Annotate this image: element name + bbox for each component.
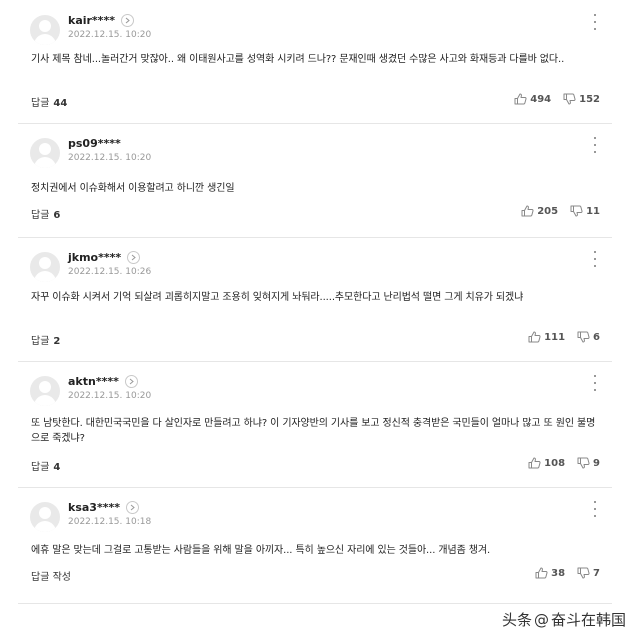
like-button[interactable]: 108: [528, 457, 565, 469]
thumbs-down-icon: [577, 457, 590, 469]
comment-text: 자꾸 이슈화 시켜서 기억 되살려 괴롭히지말고 조용히 잊혀지게 놔둬라...…: [31, 292, 524, 303]
reply-count: 4: [53, 462, 61, 473]
profile-chevron-icon[interactable]: [127, 250, 141, 264]
like-button[interactable]: 38: [535, 567, 565, 579]
dislike-button[interactable]: 7: [577, 567, 600, 579]
dislike-count: 7: [593, 567, 600, 579]
reply-count: 2: [53, 336, 61, 347]
watermark-source: 头条: [501, 611, 532, 629]
like-count: 111: [544, 331, 566, 343]
like-count: 38: [551, 567, 566, 579]
dislike-count: 9: [593, 457, 600, 469]
comment-text: 정치권에서 이슈화해서 이용할려고 하니깐 생긴일: [31, 183, 235, 194]
author-row: ps09****: [68, 135, 121, 151]
vote-group: 111 6: [528, 331, 600, 343]
avatar[interactable]: [30, 252, 60, 282]
dislike-count: 152: [579, 93, 600, 105]
author-nickname[interactable]: jkmo****: [68, 251, 121, 264]
like-count: 108: [544, 457, 566, 469]
comment-text: 또 남탓한다. 대한민국국민을 다 살인자로 만들려고 하냐? 이 기자양반의 …: [31, 418, 596, 444]
author-nickname[interactable]: ps09****: [68, 137, 121, 150]
watermark-handle: 奋斗在韩国: [550, 611, 626, 629]
author-row: jkmo****: [68, 249, 141, 265]
more-options-icon[interactable]: [591, 251, 599, 267]
more-options-icon[interactable]: [591, 501, 599, 517]
dislike-count: 11: [586, 205, 600, 217]
author-nickname[interactable]: kair****: [68, 14, 115, 27]
reply-label: 답글: [31, 336, 50, 347]
reply-button[interactable]: 답글 4: [31, 458, 60, 473]
author-nickname[interactable]: aktn****: [68, 375, 119, 388]
comment-item: ps09**** 2022.12.15. 10:20 정치권에서 이슈화해서 이…: [18, 123, 612, 238]
thumbs-down-icon: [570, 205, 583, 217]
avatar[interactable]: [30, 376, 60, 406]
reply-button[interactable]: 답글 작성: [31, 568, 75, 583]
reply-button[interactable]: 답글 6: [31, 206, 60, 221]
vote-group: 494 152: [514, 93, 600, 105]
comment-item: jkmo**** 2022.12.15. 10:26 자꾸 이슈화 시켜서 기억…: [18, 237, 612, 362]
like-button[interactable]: 111: [528, 331, 565, 343]
comment-date: 2022.12.15. 10:18: [68, 517, 152, 527]
thumbs-up-icon: [521, 205, 534, 217]
author-row: kair****: [68, 12, 134, 28]
reply-label: 답글: [31, 98, 50, 109]
avatar[interactable]: [30, 502, 60, 532]
reply-label: 답글: [31, 462, 50, 473]
more-options-icon[interactable]: [591, 14, 599, 30]
comment-item: kair**** 2022.12.15. 10:20 기사 제목 참네...놀러…: [18, 0, 612, 124]
comment-item: aktn**** 2022.12.15. 10:20 또 남탓한다. 대한민국국…: [18, 361, 612, 488]
thumbs-up-icon: [528, 331, 541, 343]
comment-text: 에휴 말은 맞는데 그걸로 고통받는 사람들을 위해 말을 아끼자... 특히 …: [31, 545, 491, 556]
avatar[interactable]: [30, 15, 60, 45]
thumbs-down-icon: [563, 93, 576, 105]
thumbs-down-icon: [577, 567, 590, 579]
reply-count: 44: [53, 98, 68, 109]
avatar[interactable]: [30, 138, 60, 168]
comment-date: 2022.12.15. 10:20: [68, 153, 152, 163]
reply-label: 답글 작성: [31, 572, 71, 583]
like-button[interactable]: 205: [521, 205, 558, 217]
dislike-button[interactable]: 6: [577, 331, 600, 343]
more-options-icon[interactable]: [591, 137, 599, 153]
dislike-button[interactable]: 9: [577, 457, 600, 469]
author-row: aktn****: [68, 373, 138, 389]
dislike-button[interactable]: 11: [570, 205, 600, 217]
reply-label: 답글: [31, 210, 50, 221]
profile-chevron-icon[interactable]: [125, 500, 139, 514]
watermark-at: @: [533, 610, 549, 629]
vote-group: 38 7: [535, 567, 600, 579]
comment-date: 2022.12.15. 10:26: [68, 267, 152, 277]
comment-text: 기사 제목 참네...놀러간거 맞잖아.. 왜 이태원사고를 성역화 시키려 드…: [31, 54, 565, 65]
reply-count: 6: [53, 210, 61, 221]
vote-group: 108 9: [528, 457, 600, 469]
dislike-count: 6: [593, 331, 600, 343]
thumbs-up-icon: [528, 457, 541, 469]
like-count: 494: [530, 93, 552, 105]
author-nickname[interactable]: ksa3****: [68, 501, 120, 514]
author-row: ksa3****: [68, 499, 139, 515]
profile-chevron-icon[interactable]: [124, 374, 138, 388]
thumbs-up-icon: [535, 567, 548, 579]
comment-date: 2022.12.15. 10:20: [68, 391, 152, 401]
profile-chevron-icon[interactable]: [120, 13, 134, 27]
watermark: 头条 @ 奋斗在韩国: [502, 609, 626, 630]
thumbs-down-icon: [577, 331, 590, 343]
like-count: 205: [537, 205, 559, 217]
like-button[interactable]: 494: [514, 93, 551, 105]
reply-button[interactable]: 답글 44: [31, 94, 67, 109]
dislike-button[interactable]: 152: [563, 93, 600, 105]
more-options-icon[interactable]: [591, 375, 599, 391]
comment-item: ksa3**** 2022.12.15. 10:18 에휴 말은 맞는데 그걸로…: [18, 487, 612, 604]
thumbs-up-icon: [514, 93, 527, 105]
comment-date: 2022.12.15. 10:20: [68, 30, 152, 40]
reply-button[interactable]: 답글 2: [31, 332, 60, 347]
vote-group: 205 11: [521, 205, 600, 217]
